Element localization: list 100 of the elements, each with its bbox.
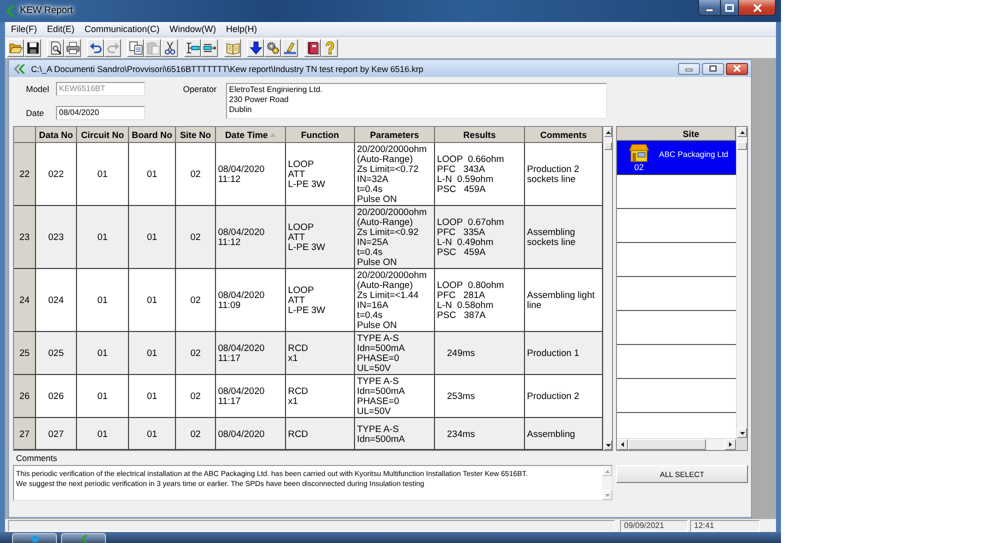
- maximize-button[interactable]: [702, 62, 724, 74]
- print-preview-button[interactable]: [47, 38, 64, 56]
- row-header[interactable]: 24: [14, 269, 36, 332]
- horizontal-scrollbar[interactable]: [617, 438, 736, 450]
- table-cell: 027: [36, 418, 77, 450]
- toolbar-button[interactable]: [281, 38, 298, 56]
- triangle-down-icon: [604, 494, 610, 496]
- table-cell: Assembling light line: [525, 269, 603, 332]
- table-cell: Production 2 sockets line: [525, 143, 603, 206]
- table-cell: LOOP ATT L-PE 3W: [286, 143, 355, 206]
- menu-item[interactable]: Window(W): [164, 23, 222, 35]
- open-button[interactable]: [7, 38, 24, 56]
- menu-item[interactable]: Help(H): [221, 23, 262, 35]
- table-cell: 01: [77, 206, 129, 269]
- column-header[interactable]: Site No: [176, 127, 216, 143]
- column-header[interactable]: Circuit No: [77, 127, 129, 143]
- table-cell: 01: [129, 332, 176, 375]
- close-icon: [733, 65, 741, 72]
- print-button[interactable]: [64, 38, 81, 56]
- site-item[interactable]: 02 ABC Packaging Ltd: [617, 141, 736, 175]
- table-cell: 02: [176, 375, 216, 418]
- scroll-up-button[interactable]: [737, 127, 747, 137]
- column-header[interactable]: Date Time: [216, 127, 286, 143]
- scroll-left-button[interactable]: [617, 439, 628, 450]
- column-header[interactable]: Parameters: [355, 127, 435, 143]
- row-header[interactable]: 22: [14, 143, 36, 206]
- close-button[interactable]: [726, 62, 748, 74]
- save-button[interactable]: [24, 38, 41, 56]
- triangle-right-icon: [729, 442, 732, 447]
- taskbar-button[interactable]: [61, 533, 106, 543]
- scrollbar-thumb[interactable]: [628, 439, 706, 450]
- column-header[interactable]: Function: [286, 127, 355, 143]
- operator-field[interactable]: EletroTest Enginiering Ltd. 230 Power Road Dublin: [226, 83, 607, 119]
- triangle-down-icon: [606, 444, 610, 446]
- toolbar-button[interactable]: [304, 38, 321, 56]
- settings-button[interactable]: [264, 38, 281, 56]
- document-path: C:\_A Documenti Sandro\Provvisori\6516BTTTTTTT\Kew report\Industry TN test report by Kew 6516.krp: [31, 64, 424, 74]
- copy-icon: [128, 40, 142, 54]
- open-book-icon: [226, 40, 240, 54]
- column-header[interactable]: Site: [617, 127, 736, 141]
- triangle-up-icon: [606, 130, 610, 134]
- vertical-scrollbar[interactable]: [603, 127, 612, 450]
- row-header[interactable]: 25: [14, 332, 36, 375]
- model-label: Model: [26, 84, 50, 94]
- list-arrow-icon: [186, 40, 200, 54]
- table-cell: 026: [36, 375, 77, 418]
- table-cell: 08/04/2020: [216, 418, 286, 450]
- table-cell: LOOP 0.66ohm PFC 343A L-N 0.59ohm PSC 459A: [435, 143, 525, 206]
- column-header[interactable]: Board No: [129, 127, 176, 143]
- triangle-down-icon: [740, 432, 744, 434]
- status-bar-time: 12:41: [690, 520, 760, 532]
- menu-item[interactable]: Edit(E): [42, 23, 80, 35]
- vertical-scrollbar[interactable]: [736, 127, 747, 438]
- site-number: 02: [634, 162, 644, 172]
- toolbar-button[interactable]: [247, 38, 264, 56]
- scissors-icon: [162, 40, 176, 54]
- scroll-down-button[interactable]: [604, 440, 612, 450]
- table-cell: Production 1: [525, 332, 603, 375]
- table-cell: 20/200/2000ohm (Auto-Range) Zs Limit=<0.92 IN=25A t=0.4s Pulse ON: [355, 206, 435, 269]
- down-arrow-icon: [248, 40, 262, 54]
- copy-button[interactable]: [127, 38, 144, 56]
- scrollbar-thumb[interactable]: [604, 142, 612, 150]
- toolbar-button[interactable]: [201, 38, 218, 56]
- table-cell: 02: [176, 418, 216, 450]
- table-cell: LOOP 0.80ohm PFC 281A L-N 0.58ohm PSC 387A: [435, 269, 525, 332]
- taskbar-button[interactable]: [12, 533, 57, 543]
- maximize-button[interactable]: [721, 0, 739, 15]
- table-cell: TYPE A-S Idn=500mA PHASE=0 UL=50V: [355, 375, 435, 418]
- scroll-right-button[interactable]: [725, 439, 736, 450]
- column-header[interactable]: Data No: [36, 127, 77, 143]
- undo-button[interactable]: [87, 38, 104, 56]
- table-cell: 234ms: [435, 418, 525, 450]
- table-cell: 08/04/2020 11:17: [216, 375, 286, 418]
- row-header[interactable]: 26: [14, 375, 36, 418]
- operator-label: Operator: [183, 83, 218, 94]
- table-cell: RCD: [286, 418, 355, 450]
- triangle-up-icon: [604, 470, 610, 472]
- date-field[interactable]: 08/04/2020: [56, 106, 145, 120]
- undo-icon: [88, 40, 102, 54]
- table-cell: 01: [129, 269, 176, 332]
- folder-icon: [8, 40, 22, 54]
- toolbar-button[interactable]: [184, 38, 201, 56]
- menu-item[interactable]: Communication(C): [80, 23, 165, 35]
- column-header[interactable]: Comments: [525, 127, 603, 143]
- cut-button[interactable]: [161, 38, 178, 56]
- menu-item[interactable]: File(F): [6, 23, 42, 35]
- table-cell: 08/04/2020 11:17: [216, 332, 286, 375]
- scrollbar-thumb[interactable]: [737, 142, 747, 150]
- triangle-left-icon: [621, 442, 624, 447]
- table-cell: 025: [36, 332, 77, 375]
- table-cell: TYPE A-S Idn=500mA: [355, 418, 435, 450]
- close-button[interactable]: [739, 0, 775, 15]
- column-header[interactable]: Results: [435, 127, 525, 143]
- scroll-up-button[interactable]: [604, 127, 612, 137]
- scroll-down-button[interactable]: [737, 428, 747, 438]
- row-header[interactable]: 27: [14, 418, 36, 450]
- help-button[interactable]: [321, 38, 338, 56]
- row-header[interactable]: 23: [14, 206, 36, 269]
- toolbar-button[interactable]: [224, 38, 241, 56]
- minimize-button[interactable]: [699, 0, 721, 15]
